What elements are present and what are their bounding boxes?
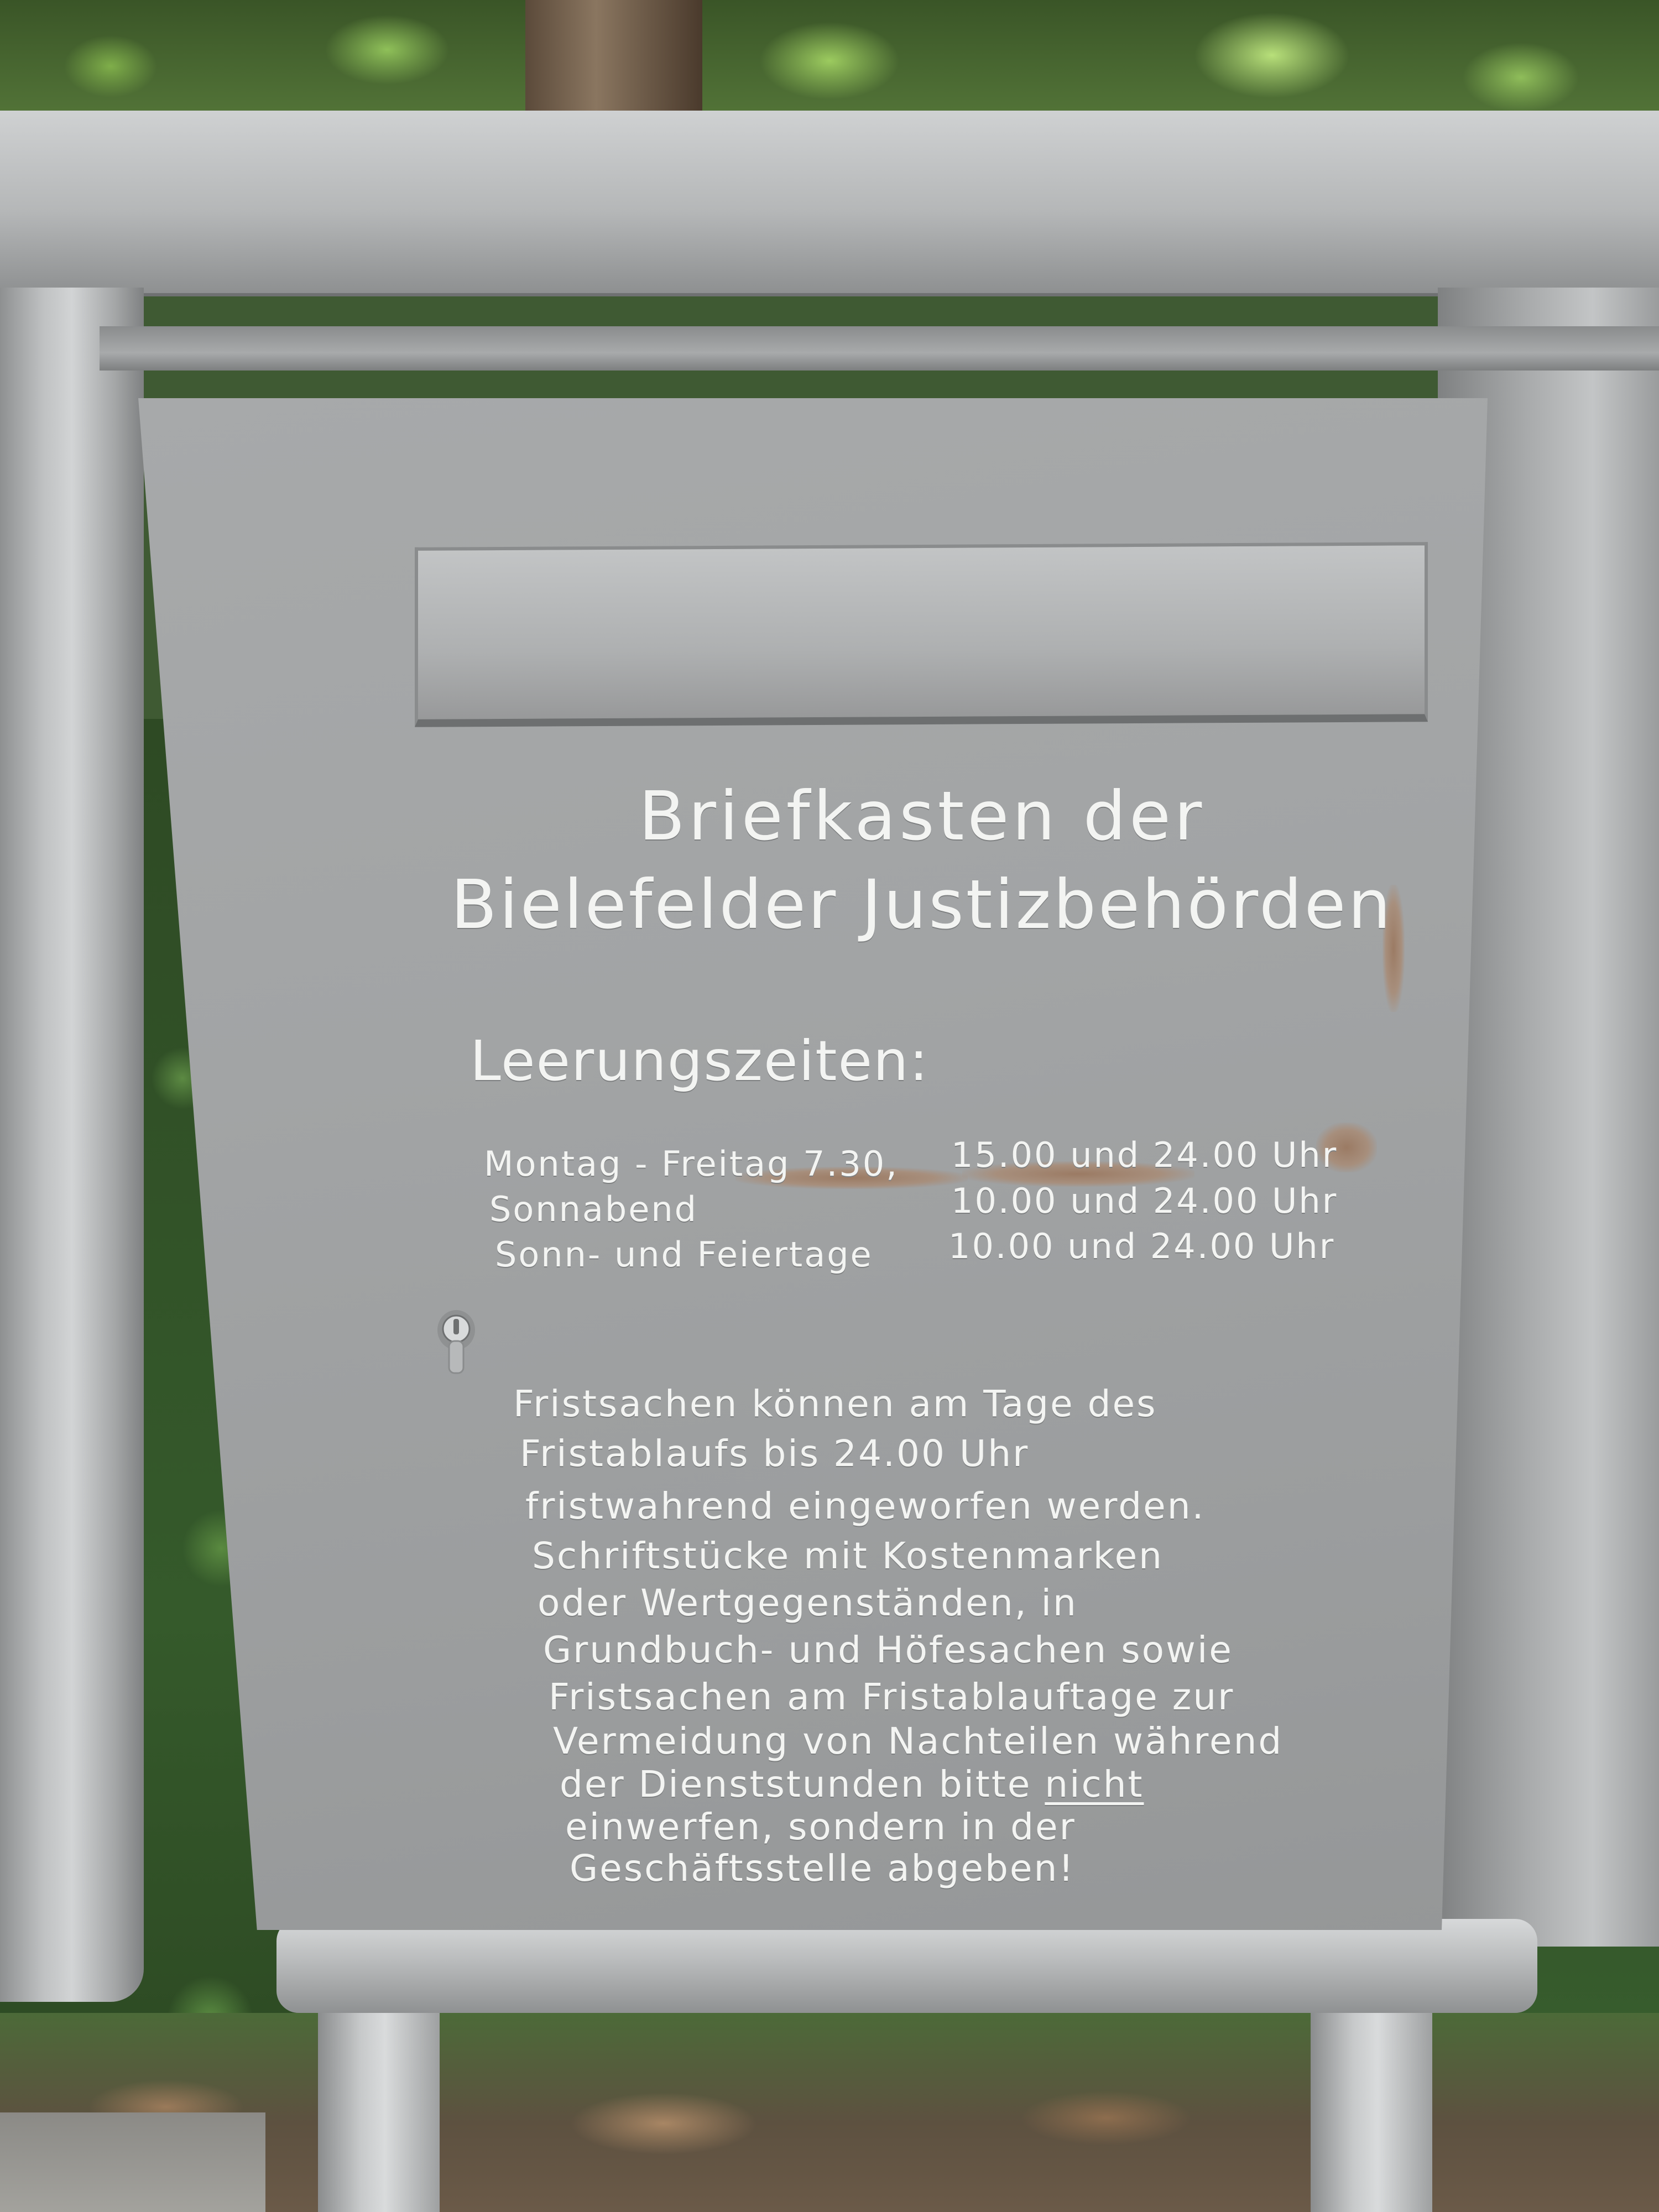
notice-line: Grundbuch- und Höfesachen sowie [543, 1629, 1233, 1671]
notice-line: der Dienststunden bitte [560, 1763, 1032, 1806]
schedule-times: 10.00 und 24.00 Uhr [951, 1181, 1338, 1221]
schedule-times: 10.00 und 24.00 Uhr [948, 1226, 1335, 1266]
notice-line: Geschäftsstelle abgeben! [570, 1847, 1075, 1890]
notice-line-with-emphasis: der Dienststunden bitte nicht [560, 1763, 1144, 1806]
lock-cylinder-icon[interactable] [437, 1308, 476, 1374]
notice-line: Schriftstücke mit Kostenmarken [532, 1535, 1164, 1577]
schedule-day: Montag - Freitag 7.30, [484, 1144, 899, 1184]
schedule-day: Sonn- und Feiertage [495, 1234, 873, 1275]
schedule-times: 15.00 und 24.00 Uhr [951, 1135, 1338, 1175]
mailbox-roof [0, 111, 1659, 296]
schedule-heading: Leerungszeiten: [470, 1029, 930, 1093]
notice-line: einwerfen, sondern in der [565, 1806, 1076, 1848]
notice-line: fristwahrend eingeworfen werden. [525, 1485, 1206, 1527]
sign-title-line2: Bielefelder Justizbehörden [451, 865, 1393, 944]
notice-line: Fristablaufs bis 24.00 Uhr [520, 1432, 1030, 1475]
notice-line: Fristsachen können am Tage des [513, 1383, 1157, 1425]
sign-title-line1: Briefkasten der [639, 777, 1206, 855]
notice-emphasis: nicht [1045, 1763, 1144, 1806]
notice-line: oder Wertgegenständen, in [538, 1582, 1078, 1624]
sidewalk [0, 2112, 265, 2212]
mailbox-frame-left [0, 288, 144, 2002]
mail-slot[interactable] [415, 542, 1428, 727]
mailbox-frame-lip [100, 326, 1659, 371]
tree-trunk [525, 0, 702, 127]
mailbox-frame-bottom [276, 1919, 1537, 2013]
notice-line: Fristsachen am Fristablauftage zur [549, 1676, 1235, 1718]
schedule-day: Sonnabend [489, 1189, 698, 1229]
notice-line: Vermeidung von Nachteilen während [553, 1720, 1284, 1762]
photo-scene: Briefkasten der Bielefelder Justizbehörd… [0, 0, 1659, 2212]
